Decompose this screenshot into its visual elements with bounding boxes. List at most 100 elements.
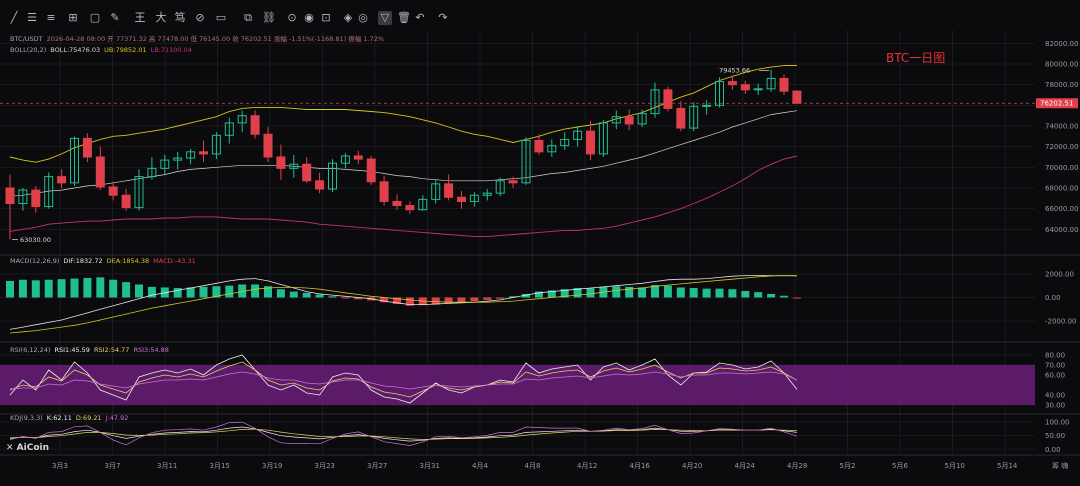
macd-bar bbox=[792, 297, 801, 299]
boll-legend-value: BOLL(20,2) bbox=[10, 46, 46, 54]
boll-legend-value: UB:79852.01 bbox=[104, 46, 146, 54]
macd-bar bbox=[251, 284, 260, 298]
candle-body bbox=[315, 180, 325, 190]
rsi-band bbox=[0, 365, 1035, 405]
kdj-j-line bbox=[9, 421, 798, 446]
x-tick-label: 3月11 bbox=[157, 462, 177, 470]
x-tick-label: 3月15 bbox=[210, 462, 230, 470]
ohlc-legend-value: 2026-04-28 08:00 开 77371.32 高 77478.00 低… bbox=[47, 34, 384, 43]
y-tick-label: -2000.00 bbox=[1045, 318, 1076, 326]
y-tick-label: 70000.00 bbox=[1045, 164, 1078, 172]
candle-body bbox=[534, 139, 544, 153]
candle-body bbox=[276, 156, 286, 169]
rsi-legend-value: RSI(6,12,24) bbox=[10, 346, 50, 354]
y-tick-label: 74000.00 bbox=[1045, 123, 1078, 131]
macd-bar bbox=[483, 297, 492, 300]
y-tick-label: 64000.00 bbox=[1045, 226, 1078, 234]
x-tick-label: 5月2 bbox=[840, 462, 856, 470]
y-tick-label: 0.00 bbox=[1045, 446, 1061, 454]
macd-bar bbox=[83, 277, 92, 298]
macd-bar bbox=[315, 294, 324, 298]
kdj-legend: KDJ(9,3,3) K:62.11 D:69.21 J:47.92 bbox=[10, 414, 128, 422]
rsi-legend-value: RSI1:45.59 bbox=[54, 346, 90, 354]
candle-body bbox=[727, 81, 737, 86]
x-tick-label: 3月27 bbox=[367, 462, 387, 470]
macd-bar bbox=[676, 287, 685, 298]
macd-bar bbox=[122, 282, 131, 298]
x-tick-label: 3月31 bbox=[420, 462, 440, 470]
candle-body bbox=[199, 151, 208, 155]
macd-bar bbox=[341, 297, 350, 299]
chart-canvas[interactable]: 82000.0080000.0078000.0076000.0074000.00… bbox=[0, 0, 1080, 486]
macd-bar bbox=[754, 292, 763, 298]
candle-body bbox=[57, 176, 67, 184]
candle-body bbox=[508, 180, 518, 184]
y-tick-label: 68000.00 bbox=[1045, 185, 1078, 193]
macd-bar bbox=[663, 285, 672, 298]
rsi-legend-value: RSI2:54.77 bbox=[94, 346, 130, 354]
macd-bar bbox=[625, 286, 634, 298]
ohlc-legend-value: BTC/USDT bbox=[10, 35, 43, 43]
kdj-k-line bbox=[9, 426, 797, 442]
y-tick-label: 80000.00 bbox=[1045, 61, 1078, 69]
aicoin-logo: ✕ AiCoin bbox=[6, 443, 49, 453]
macd-bar bbox=[18, 279, 27, 298]
y-tick-label: 78000.00 bbox=[1045, 81, 1078, 89]
x-tick-label: 4月16 bbox=[630, 462, 651, 470]
macd-bar bbox=[702, 288, 711, 298]
macd-bar bbox=[328, 296, 337, 298]
macd-bar bbox=[173, 288, 182, 298]
candle-body bbox=[250, 115, 260, 135]
macd-bar bbox=[225, 285, 234, 298]
boll-legend-value: LB:71100.04 bbox=[151, 46, 192, 54]
candle-body bbox=[82, 137, 92, 158]
macd-bar bbox=[728, 289, 737, 298]
macd-bar bbox=[199, 286, 208, 298]
macd-legend-value: DEA:1854.38 bbox=[107, 257, 150, 265]
y-tick-label: 100.00 bbox=[1045, 419, 1070, 427]
x-tick-label: 5月10 bbox=[945, 462, 965, 470]
macd-bar bbox=[302, 292, 311, 298]
candle-body bbox=[5, 187, 15, 204]
x-tick-label: 4月28 bbox=[787, 462, 807, 470]
candle-body bbox=[624, 116, 634, 125]
macd-bar bbox=[31, 280, 40, 298]
y-tick-label: 40.00 bbox=[1045, 392, 1065, 400]
candle-body bbox=[366, 158, 376, 183]
rsi-legend-value: RSI3:54.88 bbox=[133, 346, 169, 354]
candle-body bbox=[586, 130, 595, 155]
chart-frame: ╱ ☰ ≡ ⊞ ▢ ✎ 王大笃 ⊘ ▭ ⧉ ⛓ ⊙ ◉ ⊡ ◈ ◎ ▽ 🗑 ↶ ↷ 82000.00 80000.00 7… bbox=[0, 0, 1080, 486]
macd-bar bbox=[612, 286, 621, 298]
y-tick-label: 0.00 bbox=[1045, 294, 1061, 302]
current-price-label: 76202.51 bbox=[1040, 100, 1073, 108]
y-tick-label: 80.00 bbox=[1045, 352, 1065, 360]
high-price-label: 79453.66 bbox=[719, 67, 750, 75]
kdj-legend-value: J:47.92 bbox=[105, 414, 129, 422]
macd-bar bbox=[186, 287, 195, 298]
x-tick-label: 4月4 bbox=[472, 462, 488, 470]
x-tick-label: 5月14 bbox=[997, 462, 1018, 470]
chart-annotation: BTC一日图 bbox=[886, 51, 945, 65]
candle-body bbox=[108, 186, 118, 196]
x-tick-label: 4月8 bbox=[525, 462, 541, 470]
y-tick-label: 72000.00 bbox=[1045, 143, 1078, 151]
candle-body bbox=[676, 107, 686, 129]
candle-body bbox=[95, 156, 105, 188]
macd-legend-value: MACD:-43.31 bbox=[153, 257, 196, 265]
kdj-legend-value: KDJ(9,3,3) bbox=[10, 414, 43, 422]
candle-body bbox=[353, 155, 363, 160]
macd-bar bbox=[6, 280, 14, 298]
macd-bar bbox=[715, 288, 724, 298]
candle-body bbox=[263, 133, 273, 158]
candle-body bbox=[302, 163, 312, 182]
macd-bar bbox=[741, 290, 750, 298]
macd-bar bbox=[289, 291, 298, 298]
candle-body bbox=[663, 89, 673, 109]
candle-body bbox=[392, 200, 402, 207]
macd-bar bbox=[767, 293, 776, 298]
x-tick-label: 3月3 bbox=[52, 462, 68, 470]
y-tick-label: 30.00 bbox=[1045, 402, 1065, 410]
candle-body bbox=[792, 90, 802, 104]
low-price-label: 63030.00 bbox=[20, 236, 51, 244]
corner-label: 筹 嗨 bbox=[1052, 461, 1068, 470]
